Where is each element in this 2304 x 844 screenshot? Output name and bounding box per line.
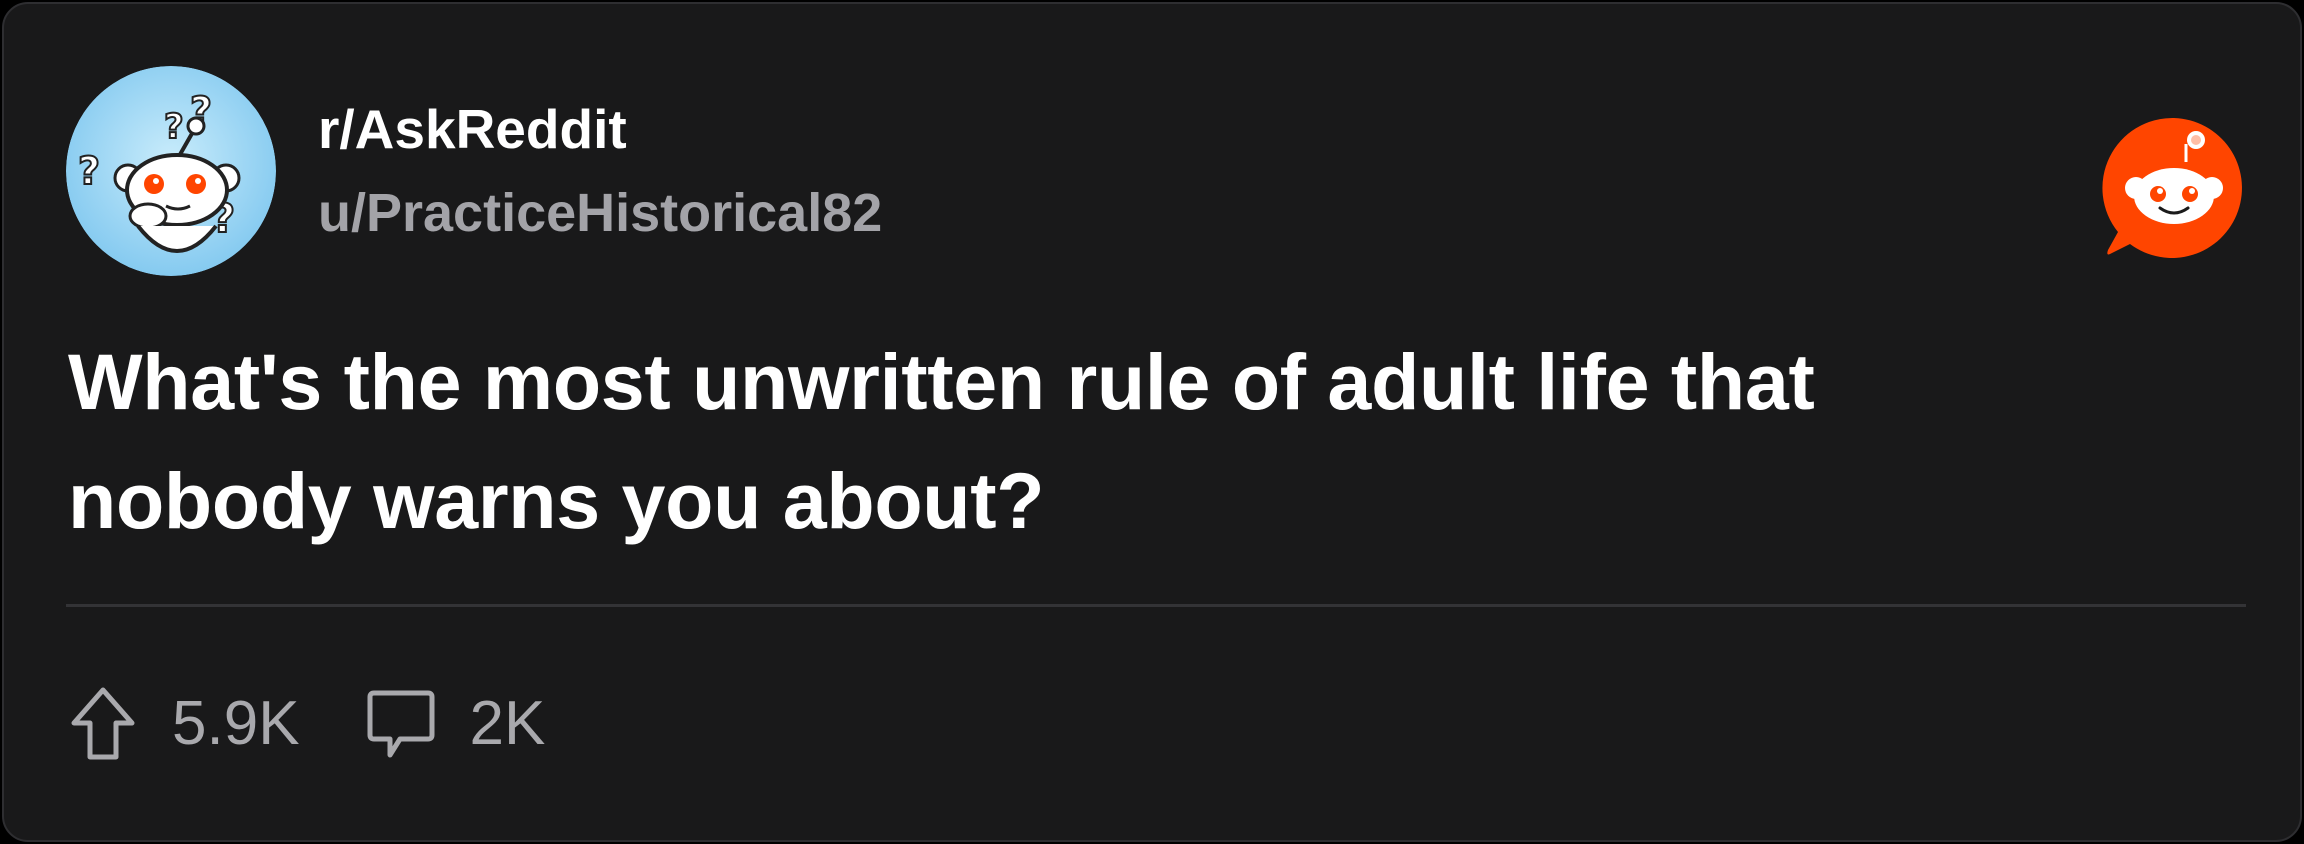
comments-button[interactable]: 2K — [366, 685, 546, 763]
upvote-button[interactable]: 5.9K — [68, 685, 300, 763]
comment-bubble-icon — [367, 690, 435, 758]
snoo-question-icon: ? ? ? ? — [66, 66, 276, 276]
comment-count: 2K — [469, 689, 546, 758]
divider — [66, 604, 2246, 607]
svg-text:?: ? — [164, 107, 184, 147]
post-author[interactable]: u/PracticeHistorical82 — [318, 186, 882, 240]
upvote-arrow-icon — [71, 687, 135, 760]
post-title[interactable]: What's the most unwritten rule of adult … — [68, 322, 2118, 560]
post-actions: 5.9K 2K — [68, 684, 545, 764]
subreddit-name[interactable]: r/AskReddit — [318, 102, 627, 157]
upvote-count: 5.9K — [172, 689, 300, 758]
svg-text:?: ? — [78, 149, 100, 193]
post-card[interactable]: ? ? ? ? r/AskReddit u/PracticeHistorical… — [2, 2, 2302, 842]
subreddit-avatar[interactable]: ? ? ? ? — [66, 66, 276, 276]
reddit-logo-icon — [2100, 114, 2248, 262]
